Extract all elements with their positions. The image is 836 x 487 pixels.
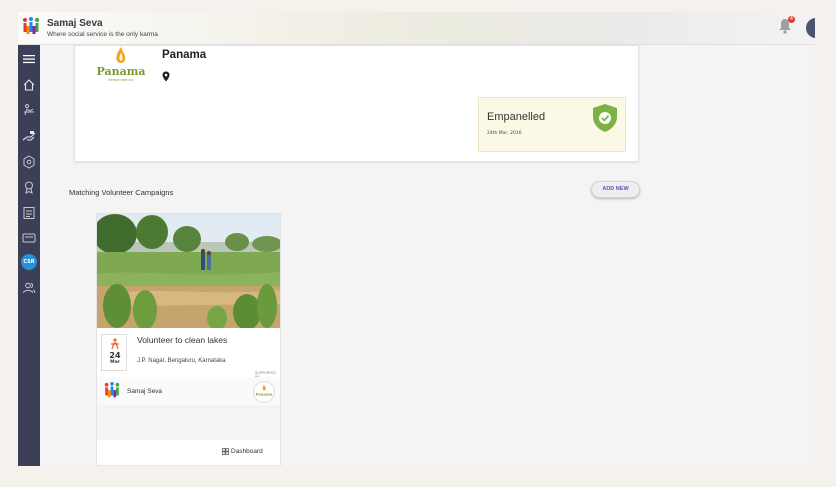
sidebar-item-award[interactable] <box>18 176 40 198</box>
company-card: Panama PETROCHEM LTD Panama Empanelled 2… <box>74 45 639 162</box>
notification-badge: 4 <box>788 16 795 23</box>
add-new-button[interactable]: ADD NEW <box>591 181 640 198</box>
empanelled-label: Empanelled <box>487 111 546 123</box>
sidebar-item-users[interactable] <box>18 277 40 299</box>
donate-hand-icon <box>22 131 36 141</box>
sidebar-item-badge[interactable] <box>18 151 40 173</box>
samaj-seva-logo-icon <box>104 382 120 398</box>
sidebar-item-donate[interactable] <box>18 125 40 147</box>
organizer-strip: Samaj Seva Panama <box>97 377 280 405</box>
volunteer-figure-icon <box>111 338 119 350</box>
avatar[interactable] <box>806 18 815 38</box>
campaign-card[interactable]: 24 Mar Volunteer to clean lakes J.P. Nag… <box>96 213 281 466</box>
home-icon <box>23 79 35 91</box>
event-day: 24 <box>109 351 121 360</box>
brand-tagline: Where social service is the only karma <box>47 31 158 38</box>
samaj-seva-logo-icon[interactable] <box>22 17 40 37</box>
card-footer-area <box>97 405 280 440</box>
sidebar-item-menu[interactable] <box>18 48 40 70</box>
award-icon <box>25 181 33 194</box>
svg-text:Panama: Panama <box>97 65 146 78</box>
brand-name: Samaj Seva <box>47 18 103 29</box>
volunteer-icon <box>24 104 34 116</box>
empanelled-status: Empanelled 24th Mar, 2016 <box>478 97 626 152</box>
top-bar: Samaj Seva Where social service is the o… <box>18 12 815 45</box>
sponsor-logo: Panama <box>253 381 275 403</box>
dashboard-link[interactable]: Dashboard <box>222 448 263 455</box>
dashboard-icon <box>222 448 229 455</box>
campaign-location: J.P. Nagar, Bengaluru, Karnataka <box>137 358 226 364</box>
organizer-name: Samaj Seva <box>127 388 163 395</box>
badge-icon <box>23 155 35 169</box>
ngo-icon <box>22 233 36 243</box>
empanelled-date: 24th Mar, 2016 <box>487 131 522 136</box>
hamburger-icon <box>23 55 35 64</box>
sidebar-item-csr[interactable]: CSR <box>18 251 40 273</box>
location-pin-icon[interactable] <box>162 71 170 82</box>
sidebar-item-directory[interactable] <box>18 202 40 224</box>
sidebar: CSR <box>18 45 40 466</box>
sidebar-item-volunteer[interactable] <box>18 99 40 121</box>
shield-check-icon <box>593 104 617 132</box>
event-month: Mar <box>110 360 120 365</box>
directory-icon <box>23 207 35 219</box>
campaign-photo <box>97 214 280 328</box>
svg-text:PETROCHEM LTD: PETROCHEM LTD <box>108 78 134 82</box>
event-date: 24 Mar <box>101 334 127 371</box>
company-name: Panama <box>162 49 207 61</box>
sidebar-item-ngo[interactable] <box>18 227 40 249</box>
company-logo: Panama PETROCHEM LTD <box>97 47 146 82</box>
section-title: Matching Volunteer Campaigns <box>69 188 174 197</box>
svg-text:Panama: Panama <box>256 392 273 397</box>
dashboard-label: Dashboard <box>231 448 263 455</box>
csr-icon: CSR <box>21 254 37 270</box>
app-frame: Samaj Seva Where social service is the o… <box>18 12 815 466</box>
sidebar-item-home[interactable] <box>18 74 40 96</box>
campaign-title[interactable]: Volunteer to clean lakes <box>137 335 227 345</box>
users-icon <box>23 282 36 294</box>
